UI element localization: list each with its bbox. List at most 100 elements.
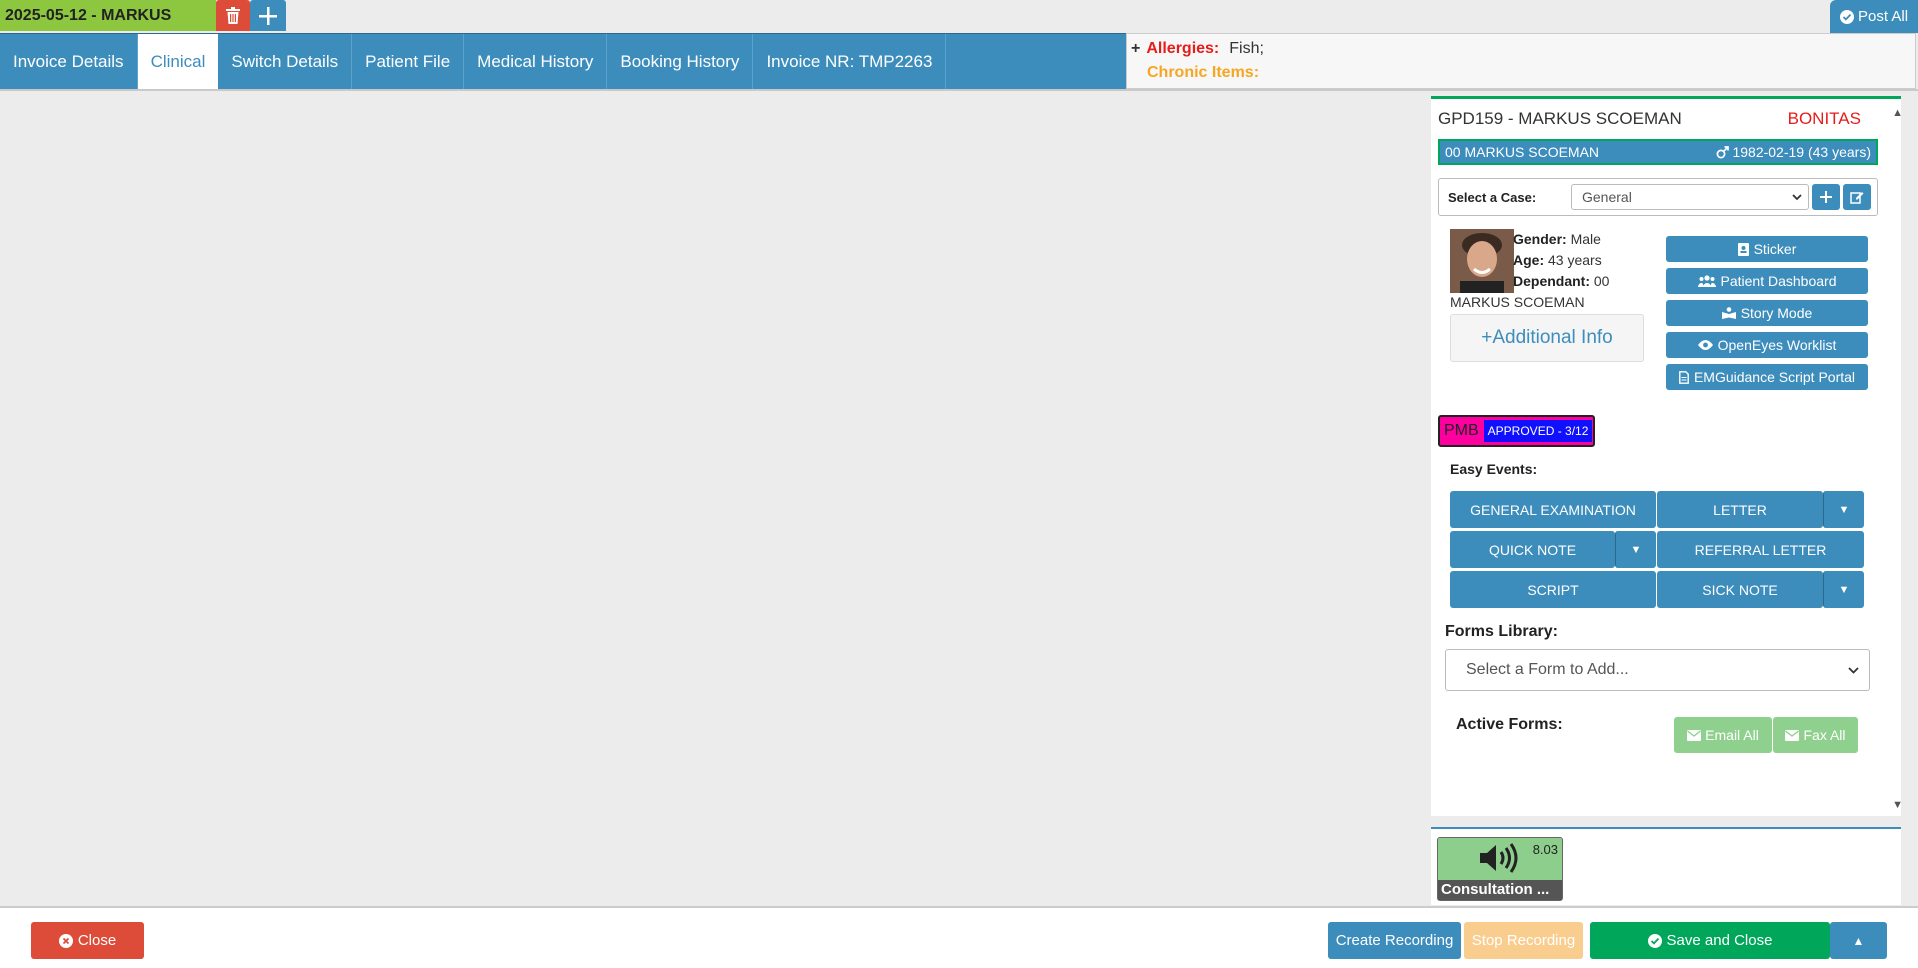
patient-dashboard-label: Patient Dashboard [1720, 273, 1837, 289]
post-all-button[interactable]: Post All [1830, 0, 1918, 33]
chronic-items-label: Chronic Items: [1147, 64, 1260, 81]
create-recording-button[interactable]: Create Recording [1328, 922, 1461, 959]
scroll-down-arrow-icon[interactable]: ▼ [1892, 799, 1903, 811]
save-options-dropdown-button[interactable]: ▲ [1830, 922, 1887, 959]
close-button[interactable]: Close [31, 922, 144, 959]
edit-icon [1850, 192, 1864, 204]
tab-switch-details[interactable]: Switch Details [218, 34, 353, 90]
bottom-action-bar: Close Create Recording Stop Recording Sa… [0, 906, 1918, 968]
eye-icon [1697, 340, 1713, 350]
patient-strip: 00 MARKUS SCOEMAN 1982-02-19 (43 years) [1438, 139, 1878, 165]
story-mode-label: Story Mode [1740, 305, 1813, 321]
emguidance-script-portal-label: EMGuidance Script Portal [1693, 369, 1856, 385]
caret-up-icon: ▲ [1852, 933, 1865, 948]
allergies-row: + Allergies: Fish; [1131, 37, 1911, 61]
tab-medical-history[interactable]: Medical History [464, 34, 608, 90]
avatar [1450, 229, 1514, 293]
dependant-value: 00 [1593, 273, 1610, 289]
tab-invoice-number[interactable]: Invoice NR: TMP2263 [753, 34, 947, 90]
forms-library-select[interactable]: Select a Form to Add... [1445, 649, 1870, 691]
quick-note-button[interactable]: QUICK NOTE [1450, 531, 1615, 568]
recordings-panel: 8.03 Consultation ... [1431, 827, 1901, 905]
patient-photo [1450, 229, 1514, 293]
check-circle-icon [1647, 933, 1662, 948]
envelope-icon [1687, 729, 1702, 741]
save-and-close-button[interactable]: Save and Close [1590, 922, 1830, 959]
patient-strip-name: 00 MARKUS SCOEMAN [1445, 144, 1600, 160]
recording-duration: 8.03 [1532, 842, 1558, 857]
case-select[interactable]: General [1571, 184, 1809, 210]
gender-value: Male [1570, 231, 1601, 247]
edit-case-button[interactable] [1843, 184, 1871, 210]
dependant-label: Dependant: [1513, 273, 1590, 289]
caret-down-icon: ▼ [1630, 543, 1642, 556]
alerts-panel: + Allergies: Fish; Chronic Items: [1126, 33, 1916, 89]
nav-divider [0, 89, 1918, 91]
emguidance-script-portal-button[interactable]: EMGuidance Script Portal [1666, 364, 1868, 390]
caret-down-icon: ▼ [1838, 503, 1850, 516]
letter-button[interactable]: LETTER [1657, 491, 1823, 528]
general-examination-button[interactable]: GENERAL EXAMINATION [1450, 491, 1656, 528]
fax-all-button[interactable]: Fax All [1773, 717, 1858, 753]
trash-icon [226, 7, 240, 24]
users-icon [1697, 275, 1716, 287]
patient-actions: Sticker Patient Dashboard Story Mode Ope… [1666, 236, 1868, 390]
delete-session-button[interactable] [216, 0, 250, 31]
times-circle-icon [58, 933, 73, 948]
allergies-value: Fish; [1229, 40, 1264, 57]
case-selector: Select a Case: General [1438, 178, 1878, 216]
pmb-status: APPROVED - 3/12 [1483, 420, 1593, 442]
story-mode-button[interactable]: Story Mode [1666, 300, 1868, 326]
dependant-name: MARKUS SCOEMAN [1450, 294, 1585, 310]
referral-letter-button[interactable]: REFERRAL LETTER [1657, 531, 1864, 568]
add-session-button[interactable] [250, 0, 286, 31]
chronic-row: Chronic Items: [1131, 61, 1911, 85]
case-label: Select a Case: [1448, 189, 1537, 205]
easy-events-label: Easy Events: [1450, 461, 1538, 477]
add-case-button[interactable] [1812, 184, 1840, 210]
pmb-badge[interactable]: PMB APPROVED - 3/12 [1438, 415, 1595, 447]
email-all-button[interactable]: Email All [1674, 717, 1772, 753]
patient-dob: 1982-02-19 (43 years) [1732, 144, 1871, 160]
allergies-label: Allergies: [1146, 40, 1220, 57]
expand-icon[interactable]: + [1131, 40, 1140, 58]
book-reader-icon [1721, 307, 1736, 319]
gender-label: Gender: [1513, 231, 1567, 247]
sick-note-button[interactable]: SICK NOTE [1657, 571, 1823, 608]
scroll-up-arrow-icon[interactable]: ▲ [1892, 107, 1903, 119]
tab-patient-file[interactable]: Patient File [352, 34, 465, 90]
quick-note-dropdown-button[interactable]: ▼ [1615, 531, 1656, 568]
close-label: Close [77, 932, 117, 949]
session-tab[interactable]: 2025-05-12 - MARKUS [0, 0, 216, 31]
openeyes-worklist-label: OpenEyes Worklist [1717, 337, 1837, 353]
main-nav: Invoice Details Clinical Switch Details … [0, 33, 1126, 90]
tab-booking-history[interactable]: Booking History [607, 34, 754, 90]
plus-icon [259, 6, 277, 25]
volume-icon [1480, 843, 1518, 873]
age-value: 43 years [1548, 252, 1602, 268]
patient-header: GPD159 - MARKUS SCOEMAN [1438, 109, 1682, 128]
caret-down-icon: ▼ [1838, 583, 1850, 596]
chevron-down-icon [1848, 666, 1859, 674]
post-all-label: Post All [1858, 8, 1909, 25]
tab-clinical[interactable]: Clinical [137, 34, 219, 90]
patient-dashboard-button[interactable]: Patient Dashboard [1666, 268, 1868, 294]
consultation-recording-tile[interactable]: 8.03 Consultation ... [1437, 837, 1563, 901]
sick-note-dropdown-button[interactable]: ▼ [1823, 571, 1864, 608]
case-selected-value: General [1582, 189, 1632, 205]
letter-dropdown-button[interactable]: ▼ [1823, 491, 1864, 528]
sticker-button[interactable]: Sticker [1666, 236, 1868, 262]
email-all-label: Email All [1705, 727, 1759, 743]
stop-recording-button[interactable]: Stop Recording [1464, 922, 1583, 959]
pmb-label: PMB [1444, 422, 1479, 439]
sticker-label: Sticker [1753, 241, 1797, 257]
openeyes-worklist-button[interactable]: OpenEyes Worklist [1666, 332, 1868, 358]
save-and-close-label: Save and Close [1666, 932, 1773, 949]
additional-info-button[interactable]: +Additional Info [1450, 314, 1644, 362]
tab-invoice-details[interactable]: Invoice Details [0, 34, 138, 90]
forms-select-placeholder: Select a Form to Add... [1466, 661, 1629, 678]
forms-library-label: Forms Library: [1445, 623, 1558, 640]
script-button[interactable]: SCRIPT [1450, 571, 1656, 608]
fax-all-label: Fax All [1803, 727, 1846, 743]
patient-info: Gender: Male Age: 43 years Dependant: 00 [1513, 229, 1609, 292]
